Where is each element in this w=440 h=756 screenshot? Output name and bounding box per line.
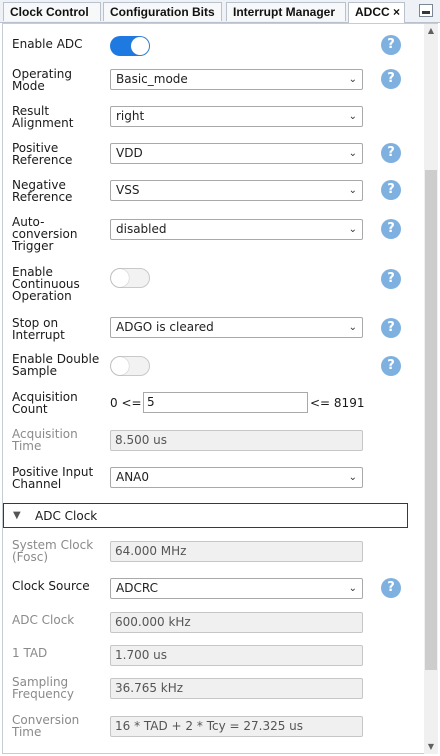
clock-source-select[interactable]: ADCRC ⌄: [110, 578, 363, 599]
label-line: Count: [12, 402, 48, 416]
acquisition-time-field: 8.500 us: [110, 430, 363, 451]
tab-bar: Clock Control Configuration Bits Interru…: [0, 0, 440, 23]
label-line: Reference: [12, 153, 73, 167]
sampling-frequency-label: Sampling Frequency: [12, 676, 74, 700]
toggle-knob: [111, 357, 129, 375]
help-icon[interactable]: ?: [381, 578, 401, 598]
adc-clock-section-header[interactable]: ▼ ADC Clock: [3, 503, 408, 528]
positive-reference-label: Positive Reference: [12, 142, 72, 166]
label-line: Time: [12, 725, 42, 739]
enable-double-sample-toggle[interactable]: [110, 356, 150, 376]
acquisition-count-label: Acquisition Count: [12, 391, 78, 415]
one-tad-label: 1 TAD: [12, 646, 48, 660]
close-icon[interactable]: ×: [393, 3, 400, 21]
help-icon[interactable]: ?: [381, 69, 401, 89]
chevron-down-icon: ⌄: [348, 322, 357, 333]
chevron-down-icon: ⌄: [348, 74, 357, 85]
label-line: Alignment: [12, 116, 74, 130]
conversion-time-field: 16 * TAD + 2 * Tcy = 27.325 us: [110, 716, 363, 737]
system-clock-field: 64.000 MHz: [110, 541, 363, 562]
label-line: Mode: [12, 79, 45, 93]
tab-adcc[interactable]: ADCC ×: [348, 2, 405, 23]
toggle-knob: [111, 269, 129, 287]
help-icon[interactable]: ?: [381, 143, 401, 163]
select-value: ADGO is cleared: [116, 320, 214, 334]
help-icon[interactable]: ?: [381, 35, 401, 55]
section-title: ADC Clock: [35, 509, 98, 523]
tab-configuration-bits[interactable]: Configuration Bits: [103, 2, 222, 21]
toggle-knob: [131, 37, 149, 55]
label-line: Operation: [12, 289, 72, 303]
label-line: Interrupt: [12, 328, 65, 342]
enable-adc-label: Enable ADC: [12, 37, 83, 51]
label-line: Channel: [12, 477, 62, 491]
tab-label: ADCC: [355, 5, 390, 19]
positive-input-channel-label: Positive Input Channel: [12, 466, 93, 490]
label-line: (Fosc): [12, 550, 49, 564]
sampling-frequency-field: 36.765 kHz: [110, 678, 363, 699]
tab-clock-control[interactable]: Clock Control: [3, 2, 101, 21]
tab-label: Clock Control: [10, 5, 89, 19]
scroll-up-icon[interactable]: ▲: [424, 24, 438, 38]
stop-on-interrupt-select[interactable]: ADGO is cleared ⌄: [110, 317, 363, 338]
acquisition-count-max: <= 8191: [310, 396, 365, 410]
select-value: Basic_mode: [116, 72, 188, 86]
auto-conversion-trigger-select[interactable]: disabled ⌄: [110, 219, 363, 240]
select-value: VDD: [116, 146, 143, 160]
chevron-down-icon: ⌄: [348, 224, 357, 235]
operating-mode-select[interactable]: Basic_mode ⌄: [110, 69, 363, 90]
help-icon[interactable]: ?: [381, 269, 401, 289]
vertical-scrollbar[interactable]: ▲ ▼: [424, 24, 438, 754]
operating-mode-label: Operating Mode: [12, 68, 72, 92]
collapse-triangle-icon[interactable]: ▼: [13, 510, 21, 521]
conversion-time-label: Conversion Time: [12, 714, 79, 738]
scroll-down-icon[interactable]: ▼: [424, 740, 438, 754]
select-value: ADCRC: [116, 581, 158, 595]
select-value: disabled: [116, 222, 167, 236]
result-alignment-select[interactable]: right ⌄: [110, 106, 363, 127]
help-icon[interactable]: ?: [381, 219, 401, 239]
negative-reference-select[interactable]: VSS ⌄: [110, 180, 363, 201]
label-line: Reference: [12, 190, 73, 204]
acquisition-count-input[interactable]: 5: [143, 392, 308, 413]
label-line: Trigger: [12, 239, 54, 253]
chevron-down-icon: ⌄: [348, 185, 357, 196]
tab-label: Configuration Bits: [110, 5, 215, 19]
enable-continuous-operation-toggle[interactable]: [110, 268, 150, 288]
positive-input-channel-select[interactable]: ANA0 ⌄: [110, 467, 363, 488]
negative-reference-label: Negative Reference: [12, 179, 72, 203]
help-icon[interactable]: ?: [381, 180, 401, 200]
adc-clock-field: 600.000 kHz: [110, 612, 363, 633]
enable-adc-toggle[interactable]: [110, 36, 150, 56]
adc-clock-label: ADC Clock: [12, 613, 75, 627]
label-line: Frequency: [12, 687, 74, 701]
chevron-down-icon: ⌄: [348, 148, 357, 159]
tab-interrupt-manager[interactable]: Interrupt Manager: [226, 2, 346, 21]
chevron-down-icon: ⌄: [348, 111, 357, 122]
chevron-down-icon: ⌄: [348, 472, 357, 483]
help-icon[interactable]: ?: [381, 356, 401, 376]
system-clock-label: System Clock (Fosc): [12, 539, 93, 563]
chevron-down-icon: ⌄: [348, 583, 357, 594]
auto-conversion-trigger-label: Auto-conversion Trigger: [12, 216, 78, 252]
acquisition-time-label: Acquisition Time: [12, 428, 78, 452]
clock-source-label: Clock Source: [12, 579, 90, 593]
label-line: Sample: [12, 364, 57, 378]
acquisition-count-min: 0 <=: [110, 396, 142, 410]
stop-on-interrupt-label: Stop on Interrupt: [12, 317, 65, 341]
select-value: right: [116, 109, 145, 123]
scroll-thumb[interactable]: [425, 170, 437, 670]
result-alignment-label: Result Alignment: [12, 105, 73, 129]
select-value: VSS: [116, 183, 140, 197]
tab-label: Interrupt Manager: [233, 5, 336, 19]
positive-reference-select[interactable]: VDD ⌄: [110, 143, 363, 164]
minimize-icon[interactable]: [419, 4, 433, 17]
help-icon[interactable]: ?: [381, 318, 401, 338]
label-line: Time: [12, 439, 42, 453]
one-tad-field: 1.700 us: [110, 645, 363, 666]
enable-double-sample-label: Enable Double Sample: [12, 353, 99, 377]
select-value: ANA0: [116, 470, 150, 484]
enable-continuous-operation-label: Enable Continuous Operation: [12, 266, 80, 302]
